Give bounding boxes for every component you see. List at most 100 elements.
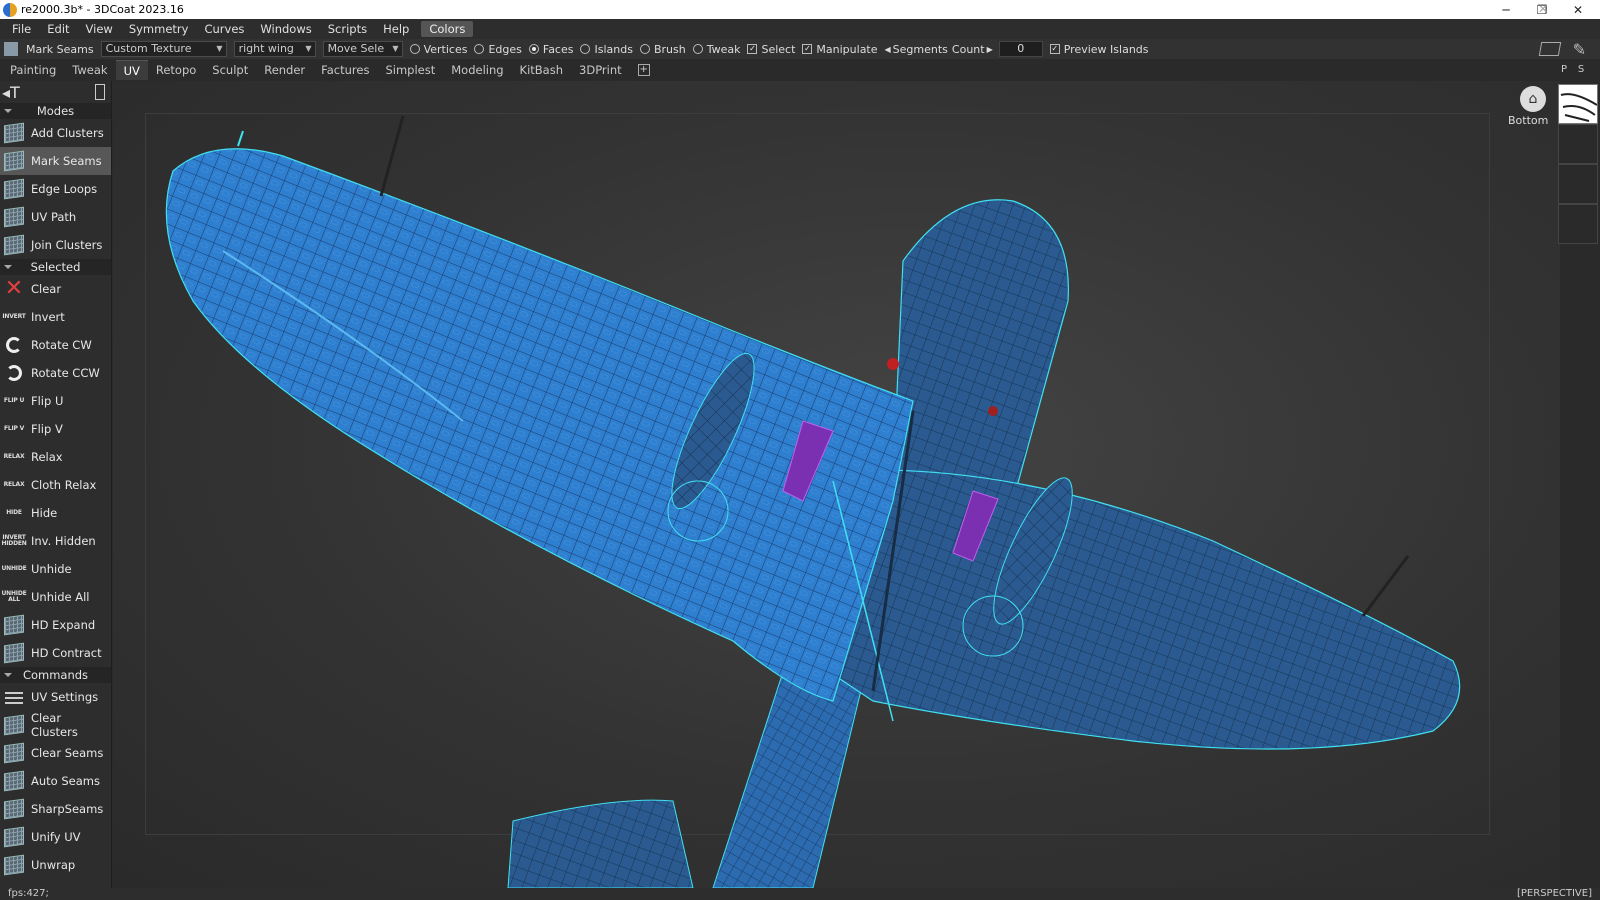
panel-frame-icon[interactable] xyxy=(95,84,105,100)
tab-3dprint[interactable]: 3DPrint xyxy=(571,60,630,80)
texture-slot[interactable] xyxy=(1558,124,1598,164)
tab-render[interactable]: Render xyxy=(256,60,313,80)
menu-file[interactable]: File xyxy=(4,19,39,39)
rotate-ccw-icon xyxy=(3,362,25,384)
command-clear-seams-button[interactable]: Clear Seams xyxy=(0,739,111,767)
close-button[interactable]: ✕ xyxy=(1560,0,1596,19)
menu-bar: File Edit View Symmetry Curves Windows Scripts… xyxy=(0,19,1600,39)
mode-join-clusters[interactable]: Join Clusters xyxy=(0,231,111,259)
command-label: Auto Seams xyxy=(31,774,100,788)
command-label: Clear Seams xyxy=(31,746,104,760)
selected-label: HD Contract xyxy=(31,646,102,660)
command-clear-clusters-button[interactable]: Clear Clusters xyxy=(0,711,111,739)
texture-slot[interactable] xyxy=(1558,204,1598,244)
menu-colors[interactable]: Colors xyxy=(421,21,474,37)
hd-expand-icon xyxy=(3,614,25,636)
texture-thumbnail[interactable] xyxy=(1558,84,1598,124)
edge-loops-icon xyxy=(3,178,25,200)
tab-painting[interactable]: Painting xyxy=(2,60,64,80)
menu-help[interactable]: Help xyxy=(375,19,417,39)
radio-edges[interactable]: Edges xyxy=(474,43,522,56)
menu-curves[interactable]: Curves xyxy=(196,19,252,39)
select-checkbox[interactable]: ✓ Select xyxy=(747,43,795,56)
view-label: Bottom xyxy=(1508,114,1549,127)
minimize-button[interactable]: ─ xyxy=(1488,0,1524,19)
tab-factures[interactable]: Factures xyxy=(313,60,377,80)
object-dropdown[interactable]: right wing ▼ xyxy=(233,41,316,57)
menu-view[interactable]: View xyxy=(78,19,121,39)
command-uv-settings-button[interactable]: UV Settings xyxy=(0,683,111,711)
tab-sculpt[interactable]: Sculpt xyxy=(204,60,256,80)
mode-add-clusters[interactable]: Add Clusters xyxy=(0,119,111,147)
selected-hd-expand-button[interactable]: HD Expand xyxy=(0,611,111,639)
command-unwrap-button[interactable]: Unwrap xyxy=(0,851,111,879)
texture-slot[interactable] xyxy=(1558,164,1598,204)
tab-tweak[interactable]: Tweak xyxy=(64,60,115,80)
tab-retopo[interactable]: Retopo xyxy=(148,60,204,80)
preview-islands-checkbox[interactable]: ✓ Preview Islands xyxy=(1049,43,1149,56)
selected-flip-u-button[interactable]: FLIP U Flip U xyxy=(0,387,111,415)
modes-section-header[interactable]: Modes xyxy=(0,103,111,119)
texture-dropdown[interactable]: Custom Texture ▼ xyxy=(100,41,227,57)
airplane-model[interactable] xyxy=(113,81,1560,888)
selected-hide-button[interactable]: HIDE Hide xyxy=(0,499,111,527)
command-unify-uv-button[interactable]: Unify UV xyxy=(0,823,111,851)
radio-indicator xyxy=(528,44,539,54)
tab-kitbash[interactable]: KitBash xyxy=(512,60,571,80)
tab-simplest[interactable]: Simplest xyxy=(377,60,443,80)
menu-scripts[interactable]: Scripts xyxy=(320,19,375,39)
menu-windows[interactable]: Windows xyxy=(252,19,319,39)
right-tab-p[interactable]: P xyxy=(1556,60,1572,80)
close-tab-icon[interactable]: ✕ xyxy=(1538,2,1548,16)
unify-uv-icon xyxy=(3,826,25,848)
selected-unhide-button[interactable]: UNHIDE Unhide xyxy=(0,555,111,583)
selected-clear-button[interactable]: ✕ Clear xyxy=(0,275,111,303)
radio-indicator xyxy=(639,44,650,54)
tab-uv[interactable]: UV xyxy=(115,60,148,80)
segments-stepper[interactable]: ◀ Segments xyxy=(885,43,948,56)
selected-cloth-relax-button[interactable]: RELAX Cloth Relax xyxy=(0,471,111,499)
text-tool-icon[interactable]: ◂T xyxy=(2,83,20,102)
mode-uv-path[interactable]: UV Path xyxy=(0,203,111,231)
count-input[interactable]: 0 xyxy=(998,41,1043,57)
mark-seams-tool-icon xyxy=(4,42,18,56)
radio-tweak[interactable]: Tweak xyxy=(692,43,740,56)
right-tab-s[interactable]: S xyxy=(1573,60,1589,80)
selected-hd-contract-button[interactable]: HD Contract xyxy=(0,639,111,667)
navigation-cube-icon[interactable]: ⌂ xyxy=(1520,86,1546,112)
radio-brush[interactable]: Brush xyxy=(639,43,686,56)
add-tab-icon[interactable]: + xyxy=(637,64,650,76)
mode-edge-loops[interactable]: Edge Loops xyxy=(0,175,111,203)
selected-unhide-all-button[interactable]: UNHIDE ALL Unhide All xyxy=(0,583,111,611)
radio-indicator xyxy=(474,44,485,54)
engine-cowling xyxy=(892,199,1069,502)
flip-u-icon: FLIP U xyxy=(3,397,25,404)
selected-rotate-cw-button[interactable]: Rotate CW xyxy=(0,331,111,359)
command-sharpseams-button[interactable]: SharpSeams xyxy=(0,795,111,823)
commands-section-header[interactable]: Commands xyxy=(0,667,111,683)
selected-inv-hidden-button[interactable]: INVERT HIDDEN Inv. Hidden xyxy=(0,527,111,555)
brush-icon[interactable]: ✎ xyxy=(1573,40,1586,59)
invert-icon: INVERT xyxy=(2,313,26,320)
radio-vertices[interactable]: Vertices xyxy=(409,43,467,56)
mode-mark-seams[interactable]: Mark Seams xyxy=(0,147,111,175)
manipulate-checkbox[interactable]: ✓ Manipulate xyxy=(802,43,878,56)
radio-faces[interactable]: Faces xyxy=(528,43,573,56)
move-select-dropdown[interactable]: Move Sele ▼ xyxy=(322,41,403,57)
selected-label: Unhide All xyxy=(31,590,90,604)
selected-relax-button[interactable]: RELAX Relax xyxy=(0,443,111,471)
selected-rotate-ccw-button[interactable]: Rotate CCW xyxy=(0,359,111,387)
selected-label: Rotate CW xyxy=(31,338,92,352)
menu-symmetry[interactable]: Symmetry xyxy=(121,19,197,39)
selected-flip-v-button[interactable]: FLIP V Flip V xyxy=(0,415,111,443)
title-bar: re2000.3b* - 3DCoat 2023.16 ─ ❐ ✕ xyxy=(0,0,1600,19)
tab-modeling[interactable]: Modeling xyxy=(443,60,511,80)
selected-section-header[interactable]: Selected xyxy=(0,259,111,275)
command-auto-seams-button[interactable]: Auto Seams xyxy=(0,767,111,795)
selected-invert-button[interactable]: INVERT Invert xyxy=(0,303,111,331)
3d-viewport[interactable] xyxy=(113,81,1560,888)
radio-islands[interactable]: Islands xyxy=(580,43,633,56)
layout-icon[interactable] xyxy=(1538,42,1562,56)
menu-edit[interactable]: Edit xyxy=(39,19,77,39)
tool-mode-label: Mark Seams xyxy=(26,42,94,56)
